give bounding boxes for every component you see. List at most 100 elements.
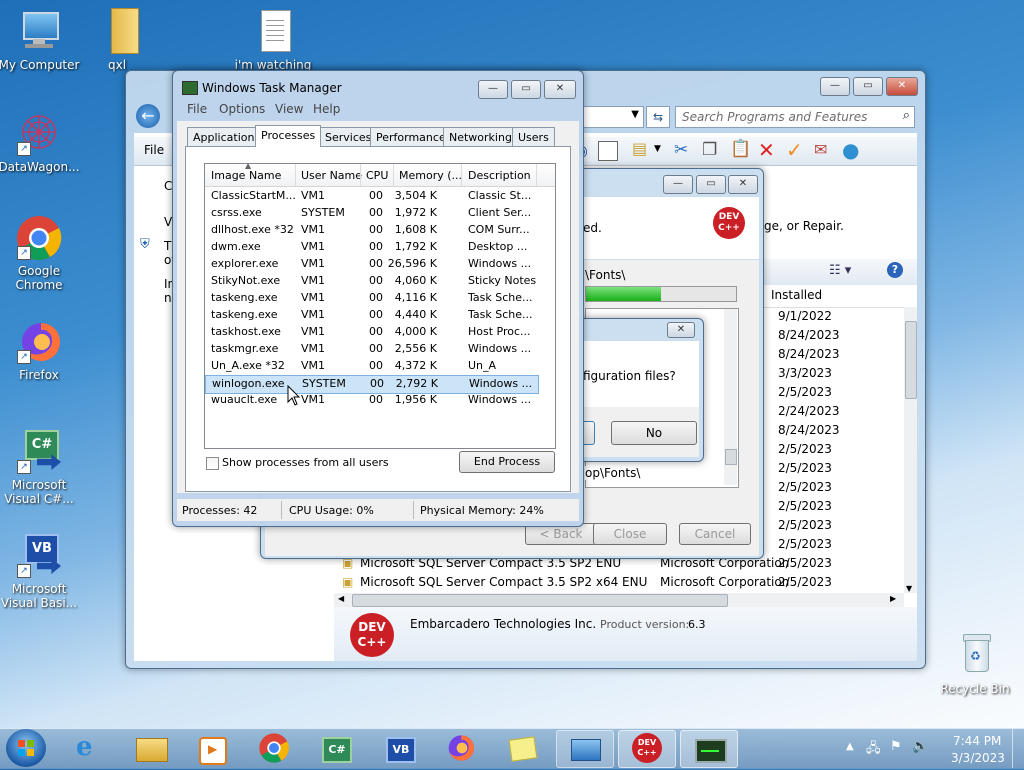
process-row[interactable]: Un_A.exe *32 VM1 00 4,372 K Un_A (205, 358, 537, 375)
desktop-icon-datawagon[interactable]: ↗ DataWagon... (0, 110, 81, 174)
minimize-button[interactable]: — (820, 77, 850, 96)
taskbar-control-panel[interactable] (556, 730, 614, 768)
process-row[interactable]: taskmgr.exe VM1 00 2,556 K Windows ... (205, 341, 537, 358)
horizontal-scrollbar[interactable]: ◀ ▶ (334, 593, 904, 607)
minimize-button[interactable]: — (663, 175, 693, 194)
taskbar-sticky-notes[interactable] (496, 730, 552, 766)
log-scrollbar[interactable] (724, 309, 737, 485)
volume-icon[interactable]: 🔈 (912, 739, 928, 754)
paste-icon[interactable]: 📋 (730, 139, 751, 159)
close-button[interactable]: ✕ (544, 80, 576, 99)
column-header-installed[interactable]: Installed (761, 285, 917, 308)
desktop-icon-chrome[interactable]: ↗ Google Chrome (0, 214, 81, 292)
taskbar-task-manager[interactable] (680, 730, 738, 768)
taskbar-media-player[interactable]: ▶ (182, 730, 238, 766)
desktop-icon-visual-basic[interactable]: VB ↗ Microsoft Visual Basi... (0, 532, 81, 610)
desktop-icon-visual-csharp[interactable]: C# ↗ Microsoft Visual C#... (0, 428, 81, 506)
scroll-down-icon[interactable]: ▼ (906, 584, 912, 593)
column-memory[interactable]: Memory (... (399, 169, 462, 182)
process-row[interactable]: taskeng.exe VM1 00 4,116 K Task Sche... (205, 290, 537, 307)
process-row[interactable]: explorer.exe VM1 00 26,596 K Windows ... (205, 256, 537, 273)
desktop-icon-recycle-bin[interactable]: ♻ Recycle Bin (933, 632, 1017, 696)
tab-services[interactable]: Services (319, 127, 378, 147)
copy-icon[interactable]: ❐ (702, 140, 717, 160)
process-row[interactable]: ClassicStartM... VM1 00 3,504 K Classic St..… (205, 188, 537, 205)
cut-icon[interactable]: ✂ (674, 140, 688, 160)
no-button[interactable]: No (611, 421, 697, 445)
globe-icon[interactable]: ● (842, 138, 859, 162)
taskbar-ie[interactable]: e (62, 730, 118, 766)
minimize-button[interactable]: — (478, 80, 508, 99)
menu-file[interactable]: File (144, 143, 164, 157)
checkmark-icon[interactable]: ✓ (786, 138, 803, 162)
clock-date[interactable]: 3/3/2023 (951, 751, 1005, 765)
close-button[interactable]: ✕ (667, 322, 695, 338)
network-icon[interactable]: 🖧 (866, 739, 881, 761)
delete-icon[interactable]: ✕ (758, 138, 775, 162)
taskbar-firefox[interactable] (434, 730, 490, 766)
column-user-name[interactable]: User Name (301, 169, 362, 182)
tab-networking[interactable]: Networking (443, 127, 518, 147)
desktop-icon-qxl[interactable]: qxl (75, 8, 159, 72)
maximize-button[interactable]: ▭ (511, 80, 541, 99)
dropdown-arrow-icon[interactable]: ▼ (654, 144, 661, 154)
desktop-icon-my-computer[interactable]: My Computer (0, 8, 81, 72)
clock-time[interactable]: 7:44 PM (953, 734, 1001, 748)
end-process-button[interactable]: End Process (459, 451, 555, 473)
taskbar-visual-basic[interactable]: VB (372, 730, 428, 766)
column-image-name[interactable]: Image Name (211, 169, 281, 182)
column-description[interactable]: Description (468, 169, 531, 182)
refresh-icon[interactable]: ⇆ (646, 106, 670, 128)
menu-help[interactable]: Help (313, 102, 340, 116)
program-row[interactable]: ▣ Microsoft SQL Server Compact 3.5 SP2 x6… (334, 573, 904, 592)
start-button[interactable] (6, 729, 46, 767)
show-desktop-button[interactable] (1012, 729, 1024, 768)
view-options-icon[interactable]: ☷ ▾ (829, 263, 851, 278)
help-icon[interactable]: ? (887, 262, 903, 278)
taskbar-visual-csharp[interactable]: C# (308, 730, 364, 766)
desktop-icon-firefox[interactable]: ↗ Firefox (0, 318, 81, 382)
flag-icon[interactable]: ⚑ (890, 739, 902, 754)
show-all-users-label[interactable]: Show processes from all users (222, 456, 389, 469)
address-bar[interactable]: ▼ (581, 106, 644, 128)
process-row[interactable]: dwm.exe VM1 00 1,792 K Desktop ... (205, 239, 537, 256)
check-doc-icon[interactable]: ▤ (632, 139, 647, 158)
close-button[interactable]: ✕ (886, 77, 918, 96)
scroll-left-icon[interactable]: ◀ (338, 594, 344, 603)
taskbar-chrome[interactable] (246, 730, 302, 766)
task-manager-window[interactable]: Windows Task Manager — ▭ ✕ File Options … (172, 70, 584, 527)
tray-expand-icon[interactable]: ▲ (846, 741, 854, 752)
tab-users[interactable]: Users (512, 127, 555, 147)
process-row[interactable]: dllhost.exe *32 VM1 00 1,608 K COM Surr... (205, 222, 537, 239)
desktop-icon-text-file[interactable]: i'm watching (231, 8, 315, 72)
left-pane-link[interactable]: T (164, 239, 171, 253)
close-button[interactable]: ✕ (728, 175, 758, 194)
process-row[interactable]: csrss.exe SYSTEM 00 1,972 K Client Ser... (205, 205, 537, 222)
maximize-button[interactable]: ▭ (696, 175, 726, 194)
taskbar-explorer[interactable] (122, 730, 178, 766)
panel-icon[interactable] (598, 141, 618, 161)
tab-processes[interactable]: Processes (255, 125, 322, 147)
column-cpu[interactable]: CPU (366, 169, 388, 182)
scrollbar-thumb[interactable] (352, 594, 728, 607)
tab-performance[interactable]: Performance (370, 127, 452, 147)
scrollbar-thumb[interactable] (725, 449, 737, 465)
process-row[interactable]: taskeng.exe VM1 00 4,440 K Task Sche... (205, 307, 537, 324)
process-row[interactable]: StikyNot.exe VM1 00 4,060 K Sticky Notes (205, 273, 537, 290)
show-all-users-checkbox[interactable] (206, 457, 219, 470)
dropdown-arrow-icon[interactable]: ▼ (631, 109, 639, 120)
menu-options[interactable]: Options (219, 102, 265, 116)
taskbar-devcpp[interactable]: DEV C++ (618, 730, 676, 768)
vertical-scrollbar[interactable]: ▼ (904, 307, 917, 593)
search-input[interactable]: Search Programs and Features ⌕ (675, 106, 915, 128)
mail-icon[interactable]: ✉ (814, 140, 827, 159)
maximize-button[interactable]: ▭ (853, 77, 883, 96)
search-icon[interactable]: ⌕ (903, 108, 910, 123)
scrollbar-thumb[interactable] (905, 321, 917, 399)
back-arrow-icon[interactable]: ← (136, 104, 160, 128)
menu-file[interactable]: File (187, 102, 207, 116)
menu-view[interactable]: View (275, 102, 303, 116)
process-row[interactable]: wuauclt.exe VM1 00 1,956 K Windows ... (205, 392, 537, 409)
scroll-right-icon[interactable]: ▶ (890, 594, 896, 603)
process-row[interactable]: taskhost.exe VM1 00 4,000 K Host Proc... (205, 324, 537, 341)
